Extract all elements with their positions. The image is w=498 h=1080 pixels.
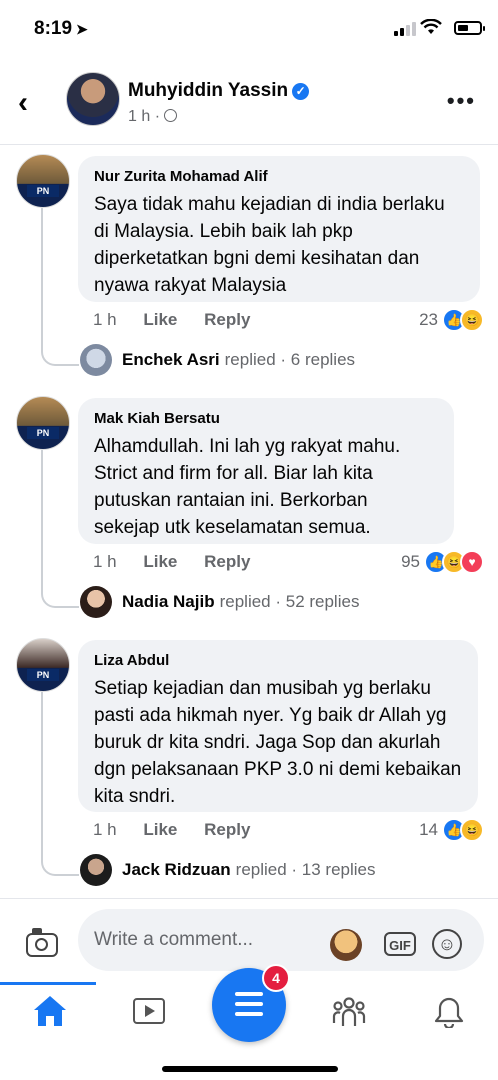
cellular-signal-icon (394, 22, 416, 36)
thread-line (41, 208, 43, 350)
reaction-count: 23 (419, 310, 438, 329)
avatar (80, 344, 112, 376)
thread-connector (41, 856, 79, 876)
reply-button[interactable]: Reply (204, 310, 250, 329)
comment-bubble[interactable]: Nur Zurita Mohamad Alif Saya tidak mahu … (78, 156, 480, 302)
reply-count[interactable]: replied · 52 replies (220, 592, 360, 612)
replies-link[interactable]: Nadia Najib replied · 52 replies (80, 586, 359, 618)
camera-icon[interactable] (26, 928, 58, 957)
comment-input[interactable]: Write a comment... GIF ☺ (78, 909, 484, 971)
notification-badge: 4 (262, 964, 290, 992)
reaction-summary[interactable]: 14 👍 😆 (419, 818, 484, 842)
reply-count[interactable]: replied · 6 replies (225, 350, 355, 370)
comment-time: 1 h (93, 820, 117, 839)
bottom-tab-bar: 4 (0, 964, 498, 1080)
haha-reaction-icon: 😆 (460, 818, 484, 842)
avatar (80, 854, 112, 886)
clock: 8:19 ➤ (34, 18, 88, 40)
comment-time: 1 h (93, 552, 117, 571)
back-arrow-icon[interactable]: ‹ (18, 86, 28, 120)
comment-bubble[interactable]: Liza Abdul Setiap kejadian dan musibah y… (78, 640, 478, 812)
replies-link[interactable]: Enchek Asri replied · 6 replies (80, 344, 355, 376)
thread-connector (41, 346, 79, 366)
love-reaction-icon: ♥ (460, 550, 484, 574)
like-button[interactable]: Like (143, 310, 177, 329)
commenter-avatar[interactable]: PN (16, 396, 70, 450)
globe-icon (164, 109, 178, 122)
comment-actions: 1 h Like Reply (93, 310, 272, 330)
reaction-count: 14 (419, 820, 438, 839)
thread-line (41, 692, 43, 860)
groups-icon[interactable] (332, 996, 366, 1028)
avatar[interactable] (66, 72, 120, 126)
verified-badge-icon: ✓ (292, 83, 310, 100)
reply-author[interactable]: Jack Ridzuan (122, 860, 231, 880)
location-arrow-icon: ➤ (76, 21, 88, 37)
comment-text: Saya tidak mahu kejadian di india berlak… (94, 194, 445, 296)
gif-icon[interactable]: GIF (384, 932, 416, 956)
replies-link[interactable]: Jack Ridzuan replied · 13 replies (80, 854, 376, 886)
status-bar: 8:19 ➤ (0, 0, 498, 60)
reply-author[interactable]: Nadia Najib (122, 592, 215, 612)
commenter-avatar[interactable]: PN (16, 154, 70, 208)
wifi-icon (420, 19, 442, 34)
comment-actions: 1 h Like Reply (93, 820, 272, 840)
menu-icon (235, 992, 263, 1022)
comment-actions: 1 h Like Reply (93, 552, 272, 572)
clock-text: 8:19 (34, 18, 73, 39)
emoji-icon[interactable]: ☺ (432, 929, 462, 959)
author-name[interactable]: Muhyiddin Yassin (128, 80, 288, 101)
reaction-summary[interactable]: 23 👍 😆 (419, 308, 484, 332)
commenter-name[interactable]: Liza Abdul (94, 652, 462, 669)
comment-input-placeholder: Write a comment... (94, 929, 254, 950)
reply-author[interactable]: Enchek Asri (122, 350, 220, 370)
haha-reaction-icon: 😆 (460, 308, 484, 332)
comment-text: Setiap kejadian dan musibah yg berlaku p… (94, 678, 462, 807)
post-header: ‹ Muhyiddin Yassin ✓ 1 h · ••• (0, 60, 498, 145)
comment-text: Alhamdullah. Ini lah yg rakyat mahu. Str… (94, 436, 401, 538)
battery-icon (454, 21, 485, 35)
reply-button[interactable]: Reply (204, 820, 250, 839)
page-title[interactable]: Muhyiddin Yassin ✓ (128, 80, 310, 102)
commenter-name[interactable]: Mak Kiah Bersatu (94, 410, 438, 427)
reaction-count: 95 (401, 552, 420, 571)
commenter-name[interactable]: Nur Zurita Mohamad Alif (94, 168, 464, 185)
avatar-sticker-icon[interactable] (330, 929, 362, 961)
like-button[interactable]: Like (143, 552, 177, 571)
active-tab-indicator (0, 982, 96, 985)
avatar-frame-logo: PN (27, 669, 59, 681)
home-icon[interactable] (32, 994, 68, 1028)
commenter-avatar[interactable]: PN (16, 638, 70, 692)
reaction-summary[interactable]: 95 👍 😆 ♥ (401, 550, 484, 574)
like-button[interactable]: Like (143, 820, 177, 839)
reply-count[interactable]: replied · 13 replies (236, 860, 376, 880)
more-options-icon[interactable]: ••• (447, 88, 476, 114)
home-indicator (162, 1066, 338, 1072)
comment-time: 1 h (93, 310, 117, 329)
reply-button[interactable]: Reply (204, 552, 250, 571)
post-time-text: 1 h · (128, 108, 161, 125)
comment-bubble[interactable]: Mak Kiah Bersatu Alhamdullah. Ini lah yg… (78, 398, 454, 544)
thread-line (41, 450, 43, 592)
thread-connector (41, 588, 79, 608)
avatar-frame-logo: PN (27, 427, 59, 439)
watch-video-icon[interactable] (133, 998, 165, 1024)
post-time: 1 h · (128, 108, 178, 126)
bell-icon[interactable] (434, 996, 464, 1028)
avatar (80, 586, 112, 618)
avatar-frame-logo: PN (27, 185, 59, 197)
